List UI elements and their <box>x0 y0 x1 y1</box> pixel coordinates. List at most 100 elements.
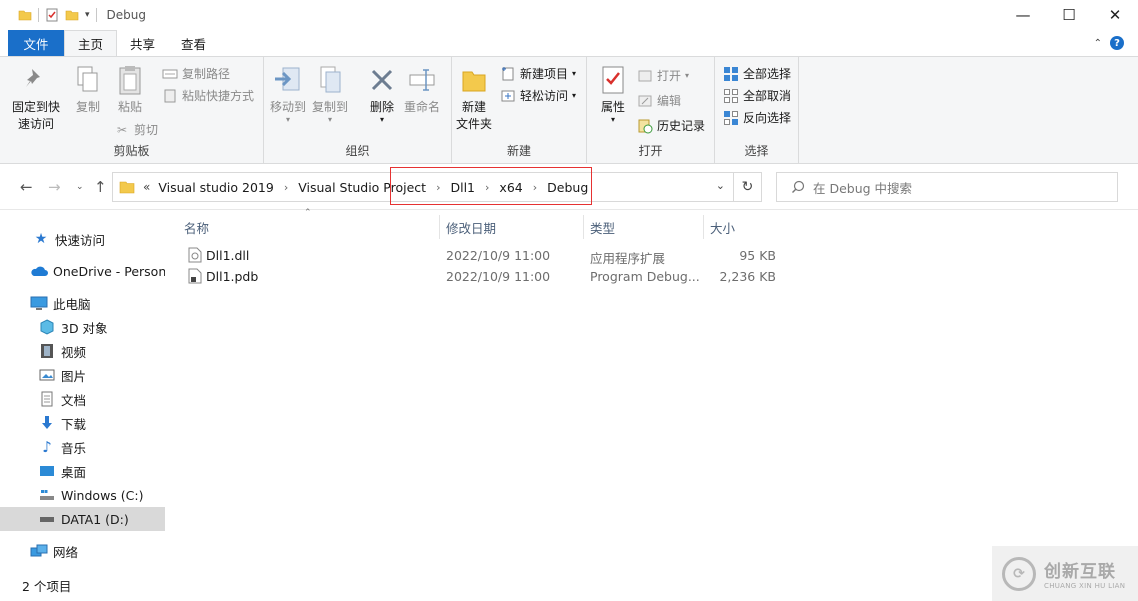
delete-x-icon <box>371 69 393 91</box>
back-arrow-icon[interactable]: ← <box>20 178 33 196</box>
nav-3d-objects[interactable]: 3D 对象 <box>0 315 165 339</box>
properties-check-icon[interactable] <box>45 8 59 22</box>
address-dropdown-icon[interactable]: ⌄ <box>716 179 725 192</box>
close-button[interactable]: ✕ <box>1092 0 1138 30</box>
scissors-icon: ✂ <box>116 122 128 137</box>
refresh-icon[interactable]: ↻ <box>733 173 761 201</box>
organize-group: 移动到 ▾ 复制到 ▾ 删除 ▾ 重命名 组织 <box>264 57 452 163</box>
maximize-button[interactable]: ☐ <box>1046 0 1092 30</box>
file-name: Dll1.dll <box>206 248 250 263</box>
search-box[interactable]: 在 Debug 中搜索 <box>776 172 1118 202</box>
invert-selection-icon <box>724 110 738 125</box>
tab-view[interactable]: 查看 <box>168 30 219 56</box>
dll-file-icon <box>188 247 202 263</box>
history-icon <box>638 119 653 133</box>
easy-access-icon <box>501 90 515 101</box>
nav-pictures[interactable]: 图片 <box>0 363 165 387</box>
drive-icon <box>38 511 56 527</box>
rename-button[interactable]: 重命名 <box>404 63 440 116</box>
forward-arrow-icon[interactable]: → <box>48 178 61 196</box>
cube-icon <box>38 319 56 335</box>
properties-button[interactable]: 属性 ▾ <box>597 63 629 124</box>
column-header-size[interactable]: 大小 <box>704 215 780 239</box>
edit-button[interactable]: 编辑 <box>637 92 681 109</box>
clipboard-group: 固定到快 速访问 复制 粘贴 复制路径 粘贴快捷方式 ✂ 剪切 剪贴板 <box>0 57 264 163</box>
help-icon[interactable]: ? <box>1110 36 1124 50</box>
paste-shortcut-button[interactable]: 粘贴快捷方式 <box>162 87 254 104</box>
select-all-button[interactable]: 全部选择 <box>723 65 791 82</box>
music-note-icon: ♪ <box>42 438 52 456</box>
nav-network[interactable]: 网络 <box>0 539 165 563</box>
move-to-icon <box>275 67 300 91</box>
open-icon <box>638 70 652 81</box>
open-button[interactable]: 打开 ▾ <box>637 67 689 84</box>
paste-button[interactable]: 粘贴 <box>114 63 146 116</box>
window-title: Debug <box>106 8 146 22</box>
nav-desktop[interactable]: 桌面 <box>0 459 165 483</box>
open-group: 属性 ▾ 打开 ▾ 编辑 历史记录 打开 <box>587 57 715 163</box>
recent-locations-icon[interactable]: ⌄ <box>76 182 84 192</box>
new-group-label: 新建 <box>506 144 531 158</box>
customize-dropdown-icon[interactable]: ▾ <box>85 10 90 20</box>
copy-to-button[interactable]: 复制到 ▾ <box>312 63 348 124</box>
column-header-name[interactable]: 名称 <box>178 215 440 239</box>
history-button[interactable]: 历史记录 <box>637 117 705 134</box>
select-group: 全部选择 全部取消 反向选择 选择 <box>715 57 799 163</box>
cut-button[interactable]: ✂ 剪切 <box>114 121 158 138</box>
nav-quick-access[interactable]: ★ 快速访问 <box>0 227 165 251</box>
file-row-dll[interactable]: Dll1.dll 2022/10/9 11:00 应用程序扩展 95 KB <box>182 245 782 266</box>
overflow-chevron[interactable]: « <box>143 180 150 194</box>
clipboard-icon <box>119 66 141 95</box>
file-name: Dll1.pdb <box>206 269 259 284</box>
nav-music[interactable]: ♪ 音乐 <box>0 435 165 459</box>
expand-ribbon-icon[interactable]: ⌃ <box>1094 38 1102 49</box>
file-row-pdb[interactable]: Dll1.pdb 2022/10/9 11:00 Program Debug..… <box>182 266 782 287</box>
organize-group-label: 组织 <box>345 144 370 158</box>
nav-videos[interactable]: 视频 <box>0 339 165 363</box>
new-folder-icon <box>462 71 486 92</box>
desktop-icon <box>38 463 56 479</box>
nav-windows-c[interactable]: Windows (C:) <box>0 483 165 507</box>
rename-icon <box>409 69 435 91</box>
search-icon <box>792 180 805 193</box>
chevron-right-icon[interactable]: › <box>284 181 288 194</box>
breadcrumb-visual-studio-2019[interactable]: Visual studio 2019 <box>158 180 273 195</box>
new-folder-icon[interactable] <box>65 8 79 22</box>
pin-to-quick-access-button[interactable]: 固定到快 速访问 <box>12 63 60 133</box>
divider <box>95 8 97 22</box>
new-folder-button[interactable]: 新建 文件夹 <box>456 63 492 133</box>
nav-onedrive[interactable]: OneDrive - Persona <box>0 259 165 283</box>
file-type: 应用程序扩展 <box>590 251 666 266</box>
picture-icon <box>38 367 56 383</box>
nav-downloads[interactable]: 下载 <box>0 411 165 435</box>
copy-button[interactable]: 复制 <box>72 63 104 116</box>
pdb-file-icon <box>188 268 202 284</box>
column-header-type[interactable]: 类型 <box>584 215 704 239</box>
pin-icon <box>26 69 40 87</box>
tab-home[interactable]: 主页 <box>64 30 118 56</box>
item-count: 2 个项目 <box>22 578 72 594</box>
invert-selection-button[interactable]: 反向选择 <box>723 109 791 126</box>
tab-share[interactable]: 共享 <box>117 30 168 56</box>
search-placeholder: 在 Debug 中搜索 <box>813 180 913 196</box>
select-none-icon <box>724 88 738 103</box>
move-to-button[interactable]: 移动到 ▾ <box>270 63 306 124</box>
select-none-button[interactable]: 全部取消 <box>723 87 791 104</box>
nav-this-pc[interactable]: 此电脑 <box>0 291 165 315</box>
annotation-highlight-path <box>390 167 592 205</box>
nav-documents[interactable]: 文档 <box>0 387 165 411</box>
new-item-button[interactable]: 新建项目 ▾ <box>500 65 576 82</box>
easy-access-button[interactable]: 轻松访问 ▾ <box>500 87 576 104</box>
column-header-modified[interactable]: 修改日期 <box>440 215 584 239</box>
cloud-icon <box>30 263 48 279</box>
copy-path-button[interactable]: 复制路径 <box>162 65 230 82</box>
status-bar: 2 个项目 <box>0 569 1138 601</box>
minimize-button[interactable]: — <box>1000 0 1046 30</box>
nav-data1-d[interactable]: DATA1 (D:) <box>0 507 165 531</box>
network-icon <box>30 543 48 559</box>
star-icon: ★ <box>34 231 48 247</box>
delete-button[interactable]: 删除 ▾ <box>366 63 398 124</box>
watermark-logo: ⟳ 创新互联 CHUANG XIN HU LIAN <box>992 546 1138 601</box>
up-arrow-icon[interactable]: ↑ <box>94 178 107 196</box>
tab-file[interactable]: 文件 <box>8 30 64 56</box>
